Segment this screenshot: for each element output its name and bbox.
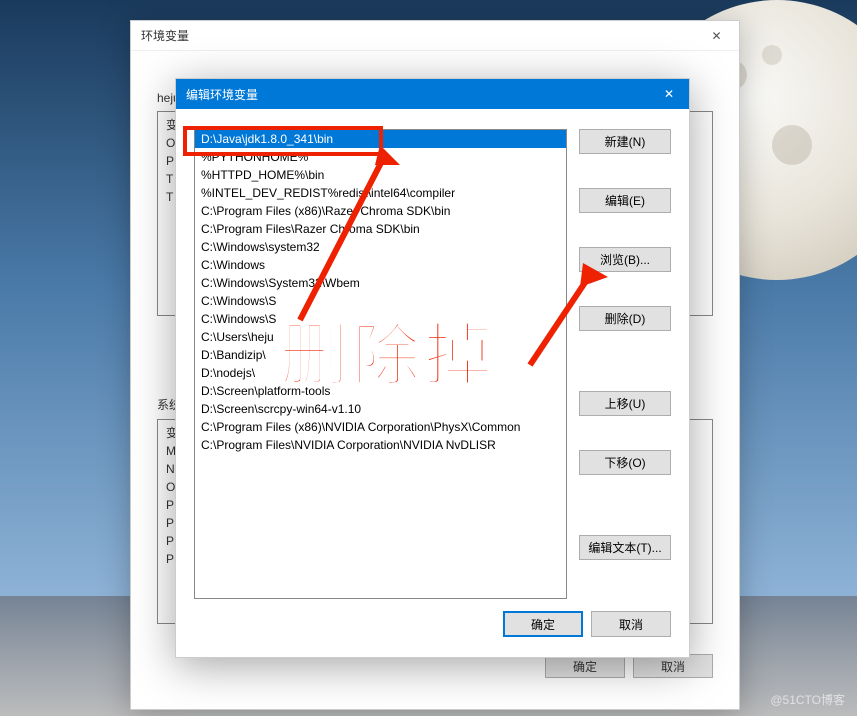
path-row[interactable]: %HTTPD_HOME%\bin <box>195 166 566 184</box>
new-button[interactable]: 新建(N) <box>579 129 671 154</box>
path-row[interactable]: D:\Java\jdk1.8.0_341\bin <box>195 130 566 148</box>
button-column: 新建(N) 编辑(E) 浏览(B)... 删除(D) 上移(U) 下移(O) 编… <box>579 129 671 599</box>
path-row[interactable]: D:\Screen\platform-tools <box>195 382 566 400</box>
path-row[interactable]: C:\Windows\system32 <box>195 238 566 256</box>
edit-env-var-dialog: 编辑环境变量 ✕ D:\Java\jdk1.8.0_341\bin%PYTHON… <box>175 78 690 658</box>
close-button[interactable]: ✕ <box>694 21 739 51</box>
watermark: @51CTO博客 <box>770 691 845 708</box>
path-row[interactable]: C:\Users\heju <box>195 328 566 346</box>
edit-button[interactable]: 编辑(E) <box>579 188 671 213</box>
env-vars-title: 环境变量 <box>141 27 189 44</box>
env-vars-titlebar: 环境变量 ✕ <box>131 21 739 51</box>
path-row[interactable]: %INTEL_DEV_REDIST%redist\intel64\compile… <box>195 184 566 202</box>
edit-text-button[interactable]: 编辑文本(T)... <box>579 535 671 560</box>
path-row[interactable]: C:\Windows\System32\Wbem <box>195 274 566 292</box>
move-up-button[interactable]: 上移(U) <box>579 391 671 416</box>
path-row[interactable]: C:\Windows\S <box>195 310 566 328</box>
close-icon: ✕ <box>711 29 721 43</box>
close-icon: ✕ <box>664 87 674 101</box>
path-row[interactable]: D:\Screen\scrcpy-win64-v1.10 <box>195 400 566 418</box>
ok-button[interactable]: 确定 <box>503 611 583 637</box>
path-row[interactable]: C:\Program Files\Razer Chroma SDK\bin <box>195 220 566 238</box>
path-row[interactable]: D:\nodejs\ <box>195 364 566 382</box>
path-row[interactable]: D:\Bandizip\ <box>195 346 566 364</box>
path-listbox[interactable]: D:\Java\jdk1.8.0_341\bin%PYTHONHOME%%HTT… <box>194 129 567 599</box>
browse-button[interactable]: 浏览(B)... <box>579 247 671 272</box>
move-down-button[interactable]: 下移(O) <box>579 450 671 475</box>
edit-dialog-titlebar: 编辑环境变量 ✕ <box>176 79 689 109</box>
cancel-button[interactable]: 取消 <box>591 611 671 637</box>
delete-button[interactable]: 删除(D) <box>579 306 671 331</box>
path-row[interactable]: C:\Windows\S <box>195 292 566 310</box>
edit-dialog-title: 编辑环境变量 <box>186 86 258 103</box>
path-row[interactable]: C:\Program Files\NVIDIA Corporation\NVID… <box>195 436 566 454</box>
path-row[interactable]: C:\Program Files (x86)\Razer Chroma SDK\… <box>195 202 566 220</box>
dialog-close-button[interactable]: ✕ <box>649 79 689 109</box>
path-row[interactable]: %PYTHONHOME% <box>195 148 566 166</box>
path-row[interactable]: C:\Program Files (x86)\NVIDIA Corporatio… <box>195 418 566 436</box>
path-row[interactable]: C:\Windows <box>195 256 566 274</box>
